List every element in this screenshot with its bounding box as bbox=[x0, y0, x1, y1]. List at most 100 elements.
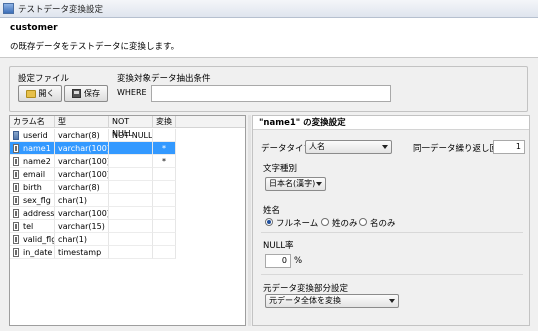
convert-flag-cell[interactable] bbox=[153, 207, 176, 220]
column-type-cell[interactable]: timestamp bbox=[55, 246, 109, 259]
table-row[interactable]: name2 varchar(100) * bbox=[10, 155, 176, 168]
table-row[interactable]: tel varchar(15) bbox=[10, 220, 176, 233]
char-type-value: 日本名(漢字) bbox=[269, 179, 316, 188]
null-rate-input[interactable]: 0 bbox=[265, 254, 291, 268]
column-name-text: email bbox=[23, 170, 46, 179]
column-icon bbox=[13, 144, 19, 153]
data-type-select[interactable]: 人名 bbox=[305, 140, 392, 154]
column-name-text: valid_flg bbox=[23, 235, 55, 244]
open-button[interactable]: 開く bbox=[18, 85, 62, 102]
column-type-cell[interactable]: char(1) bbox=[55, 233, 109, 246]
convert-flag-cell[interactable] bbox=[153, 220, 176, 233]
splitter[interactable] bbox=[248, 115, 251, 326]
save-button[interactable]: 保存 bbox=[64, 85, 108, 102]
null-rate-unit: % bbox=[294, 256, 303, 266]
detail-panel: "name1" の変換設定 データタイプ 人名 同一データ繰り返し回数 1 文字… bbox=[252, 115, 530, 326]
table-row[interactable]: valid_flg char(1) bbox=[10, 233, 176, 246]
column-type-cell[interactable]: varchar(15) bbox=[55, 220, 109, 233]
save-button-label: 保存 bbox=[84, 89, 100, 98]
convert-flag-cell[interactable] bbox=[153, 129, 176, 142]
partial-convert-label: 元データ変換部分設定 bbox=[263, 284, 349, 294]
radio-surname-only[interactable]: 姓のみ bbox=[332, 217, 358, 229]
convert-flag-cell[interactable] bbox=[153, 246, 176, 259]
column-name-text: name1 bbox=[23, 144, 51, 153]
not-null-cell[interactable] bbox=[109, 207, 153, 220]
column-name-cell[interactable]: name2 bbox=[10, 155, 55, 168]
radio-icon[interactable] bbox=[265, 218, 273, 226]
table-row[interactable]: birth varchar(8) bbox=[10, 181, 176, 194]
column-name-text: sex_flg bbox=[23, 196, 51, 205]
column-icon bbox=[13, 183, 19, 192]
column-name-cell[interactable]: birth bbox=[10, 181, 55, 194]
column-icon bbox=[13, 209, 19, 218]
header-not-null[interactable]: NOT NULL bbox=[109, 116, 153, 138]
column-icon bbox=[13, 235, 19, 244]
partial-convert-value: 元データ全体を変換 bbox=[269, 296, 341, 305]
section-divider bbox=[261, 274, 523, 275]
not-null-cell[interactable]: NOT NULL bbox=[109, 129, 153, 142]
table-row[interactable]: name1 varchar(100) * bbox=[10, 142, 176, 155]
repeat-count-input[interactable]: 1 bbox=[493, 140, 525, 154]
convert-flag-cell[interactable]: * bbox=[153, 142, 176, 155]
radio-icon[interactable] bbox=[359, 218, 367, 226]
convert-flag-cell[interactable] bbox=[153, 168, 176, 181]
table-row[interactable]: sex_flg char(1) bbox=[10, 194, 176, 207]
settings-group: 設定ファイル 開く 保存 変換対象データ抽出条件 WHERE bbox=[9, 66, 528, 112]
radio-icon[interactable] bbox=[321, 218, 329, 226]
column-name-cell[interactable]: name1 bbox=[10, 142, 55, 155]
not-null-cell[interactable] bbox=[109, 168, 153, 181]
column-icon bbox=[13, 248, 19, 257]
convert-flag-cell[interactable]: * bbox=[153, 155, 176, 168]
table-row[interactable]: address varchar(100) bbox=[10, 207, 176, 220]
header-convert[interactable]: 変換 bbox=[153, 116, 176, 128]
column-type-cell[interactable]: varchar(8) bbox=[55, 181, 109, 194]
folder-open-icon bbox=[25, 89, 36, 98]
convert-flag-cell[interactable] bbox=[153, 181, 176, 194]
column-type-cell[interactable]: varchar(100) bbox=[55, 207, 109, 220]
column-name-cell[interactable]: valid_flg bbox=[10, 233, 55, 246]
table-row[interactable]: userid varchar(8) NOT NULL bbox=[10, 129, 176, 142]
not-null-cell[interactable] bbox=[109, 142, 153, 155]
detail-title: "name1" の変換設定 bbox=[253, 116, 529, 130]
column-name-text: in_date bbox=[23, 248, 53, 257]
not-null-cell[interactable] bbox=[109, 181, 153, 194]
column-icon bbox=[13, 222, 19, 231]
column-type-cell[interactable]: varchar(100) bbox=[55, 142, 109, 155]
table-row[interactable]: email varchar(100) bbox=[10, 168, 176, 181]
column-name-cell[interactable]: in_date bbox=[10, 246, 55, 259]
radio-given-name-only[interactable]: 名のみ bbox=[370, 217, 396, 229]
column-name-text: birth bbox=[23, 183, 42, 192]
primary-key-icon bbox=[13, 131, 19, 140]
not-null-cell[interactable] bbox=[109, 194, 153, 207]
column-type-cell[interactable]: char(1) bbox=[55, 194, 109, 207]
column-type-cell[interactable]: varchar(100) bbox=[55, 168, 109, 181]
not-null-cell[interactable] bbox=[109, 246, 153, 259]
name-format-label: 姓名 bbox=[263, 206, 281, 216]
column-name-cell[interactable]: tel bbox=[10, 220, 55, 233]
settings-file-label: 設定ファイル bbox=[18, 74, 70, 84]
header-column-name[interactable]: カラム名 bbox=[10, 116, 55, 128]
column-type-cell[interactable]: varchar(8) bbox=[55, 129, 109, 142]
partial-convert-select[interactable]: 元データ全体を変換 bbox=[265, 294, 399, 308]
column-name-cell[interactable]: email bbox=[10, 168, 55, 181]
not-null-cell[interactable] bbox=[109, 155, 153, 168]
column-name-cell[interactable]: userid bbox=[10, 129, 55, 142]
table-row[interactable]: in_date timestamp bbox=[10, 246, 176, 259]
convert-flag-cell[interactable] bbox=[153, 233, 176, 246]
not-null-cell[interactable] bbox=[109, 233, 153, 246]
header-panel: customer の既存データをテストデータに変換します。 bbox=[0, 18, 538, 58]
column-name-cell[interactable]: sex_flg bbox=[10, 194, 55, 207]
column-type-cell[interactable]: varchar(100) bbox=[55, 155, 109, 168]
chevron-down-icon bbox=[389, 299, 395, 303]
where-input[interactable] bbox=[151, 85, 391, 102]
column-name-cell[interactable]: address bbox=[10, 207, 55, 220]
data-type-value: 人名 bbox=[309, 142, 325, 151]
chevron-down-icon bbox=[316, 182, 322, 186]
title-bar: テストデータ変換設定 bbox=[0, 0, 538, 18]
not-null-cell[interactable] bbox=[109, 220, 153, 233]
column-name-text: name2 bbox=[23, 157, 51, 166]
convert-flag-cell[interactable] bbox=[153, 194, 176, 207]
radio-full-name[interactable]: フルネーム bbox=[276, 217, 318, 229]
header-type[interactable]: 型 bbox=[55, 116, 109, 128]
char-type-select[interactable]: 日本名(漢字) bbox=[265, 177, 326, 191]
